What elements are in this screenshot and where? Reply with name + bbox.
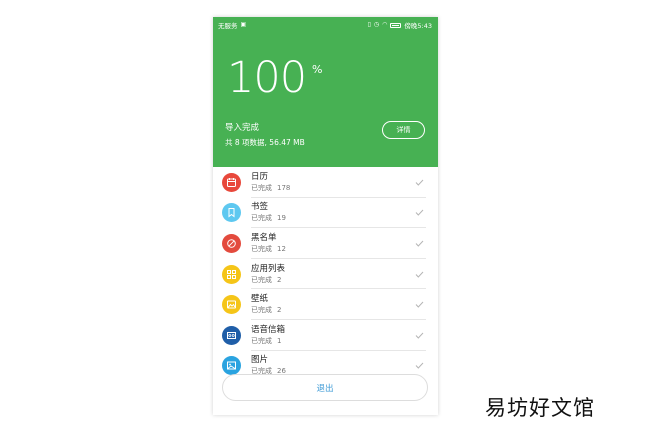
check-icon — [415, 363, 424, 370]
status-time: 傍晚5:43 — [404, 22, 432, 30]
item-status: 已完成 — [251, 275, 272, 284]
item-title: 应用列表 — [251, 263, 286, 274]
phone-screen: 无服务 ▣ ▯ ◷ ◠ 傍晚5:43 100 % 导入完成 共 8 项数据, 5… — [213, 17, 438, 415]
item-status: 已完成 — [251, 214, 272, 223]
item-title: 黑名单 — [251, 232, 277, 243]
list-item-blacklist[interactable]: 黑名单 已完成 12 — [213, 228, 438, 259]
check-icon — [415, 332, 424, 339]
item-title: 书签 — [251, 202, 269, 213]
calendar-icon — [222, 172, 241, 192]
item-title: 语音信箱 — [251, 324, 286, 335]
item-status: 已完成 — [251, 244, 272, 253]
item-status: 已完成 — [251, 306, 272, 315]
list-item-calendar[interactable]: 日历 已完成 178 — [213, 167, 438, 198]
item-count: 12 — [277, 244, 286, 253]
import-summary: 共 8 项数据, 56.47 MB — [225, 138, 305, 147]
list-item-wallpaper[interactable]: 壁纸 已完成 2 — [213, 289, 438, 320]
bookmark-icon — [222, 203, 241, 223]
item-title: 日历 — [251, 171, 269, 182]
import-status: 导入完成 — [225, 123, 260, 133]
voicemail-icon — [222, 325, 241, 345]
item-count: 2 — [277, 306, 282, 315]
list-item-app-list[interactable]: 应用列表 已完成 2 — [213, 259, 438, 290]
apps-grid-icon — [222, 264, 241, 284]
check-icon — [415, 301, 424, 308]
carrier-text: 无服务 — [218, 22, 238, 30]
item-title: 图片 — [251, 355, 269, 366]
sim-icon: ▣ — [240, 21, 247, 28]
progress-percent: 100 — [227, 53, 307, 103]
watermark-text: 易坊好文馆 — [485, 396, 595, 420]
exit-button[interactable]: 退出 — [222, 374, 428, 401]
list-item-bookmarks[interactable]: 书签 已完成 19 — [213, 198, 438, 229]
vibrate-icon: ▯ — [367, 21, 371, 28]
battery-icon — [390, 22, 402, 28]
item-count: 19 — [277, 214, 286, 223]
check-icon — [415, 210, 424, 217]
item-title: 壁纸 — [251, 294, 269, 305]
item-count: 1 — [277, 336, 282, 345]
wallpaper-icon — [222, 295, 241, 315]
wifi-icon: ◠ — [382, 21, 388, 28]
details-button[interactable]: 详情 — [382, 121, 425, 139]
check-icon — [415, 240, 424, 247]
alarm-icon: ◷ — [373, 21, 380, 28]
item-count: 2 — [277, 275, 282, 284]
import-item-list: 日历 已完成 178 书签 已完成 19 黑名单 已完成 12 应用列表 已完成… — [213, 167, 438, 381]
status-bar: 无服务 ▣ ▯ ◷ ◠ 傍晚5:43 — [213, 17, 438, 33]
check-icon — [415, 179, 424, 186]
percent-sign: % — [312, 63, 323, 76]
image-icon — [222, 356, 241, 376]
item-count: 178 — [277, 183, 291, 192]
item-status: 已完成 — [251, 183, 272, 192]
block-icon — [222, 233, 241, 253]
check-icon — [415, 271, 424, 278]
list-item-voicemail[interactable]: 语音信箱 已完成 1 — [213, 320, 438, 351]
import-progress-header: 100 % 导入完成 共 8 项数据, 56.47 MB 详情 — [213, 33, 438, 167]
item-status: 已完成 — [251, 336, 272, 345]
